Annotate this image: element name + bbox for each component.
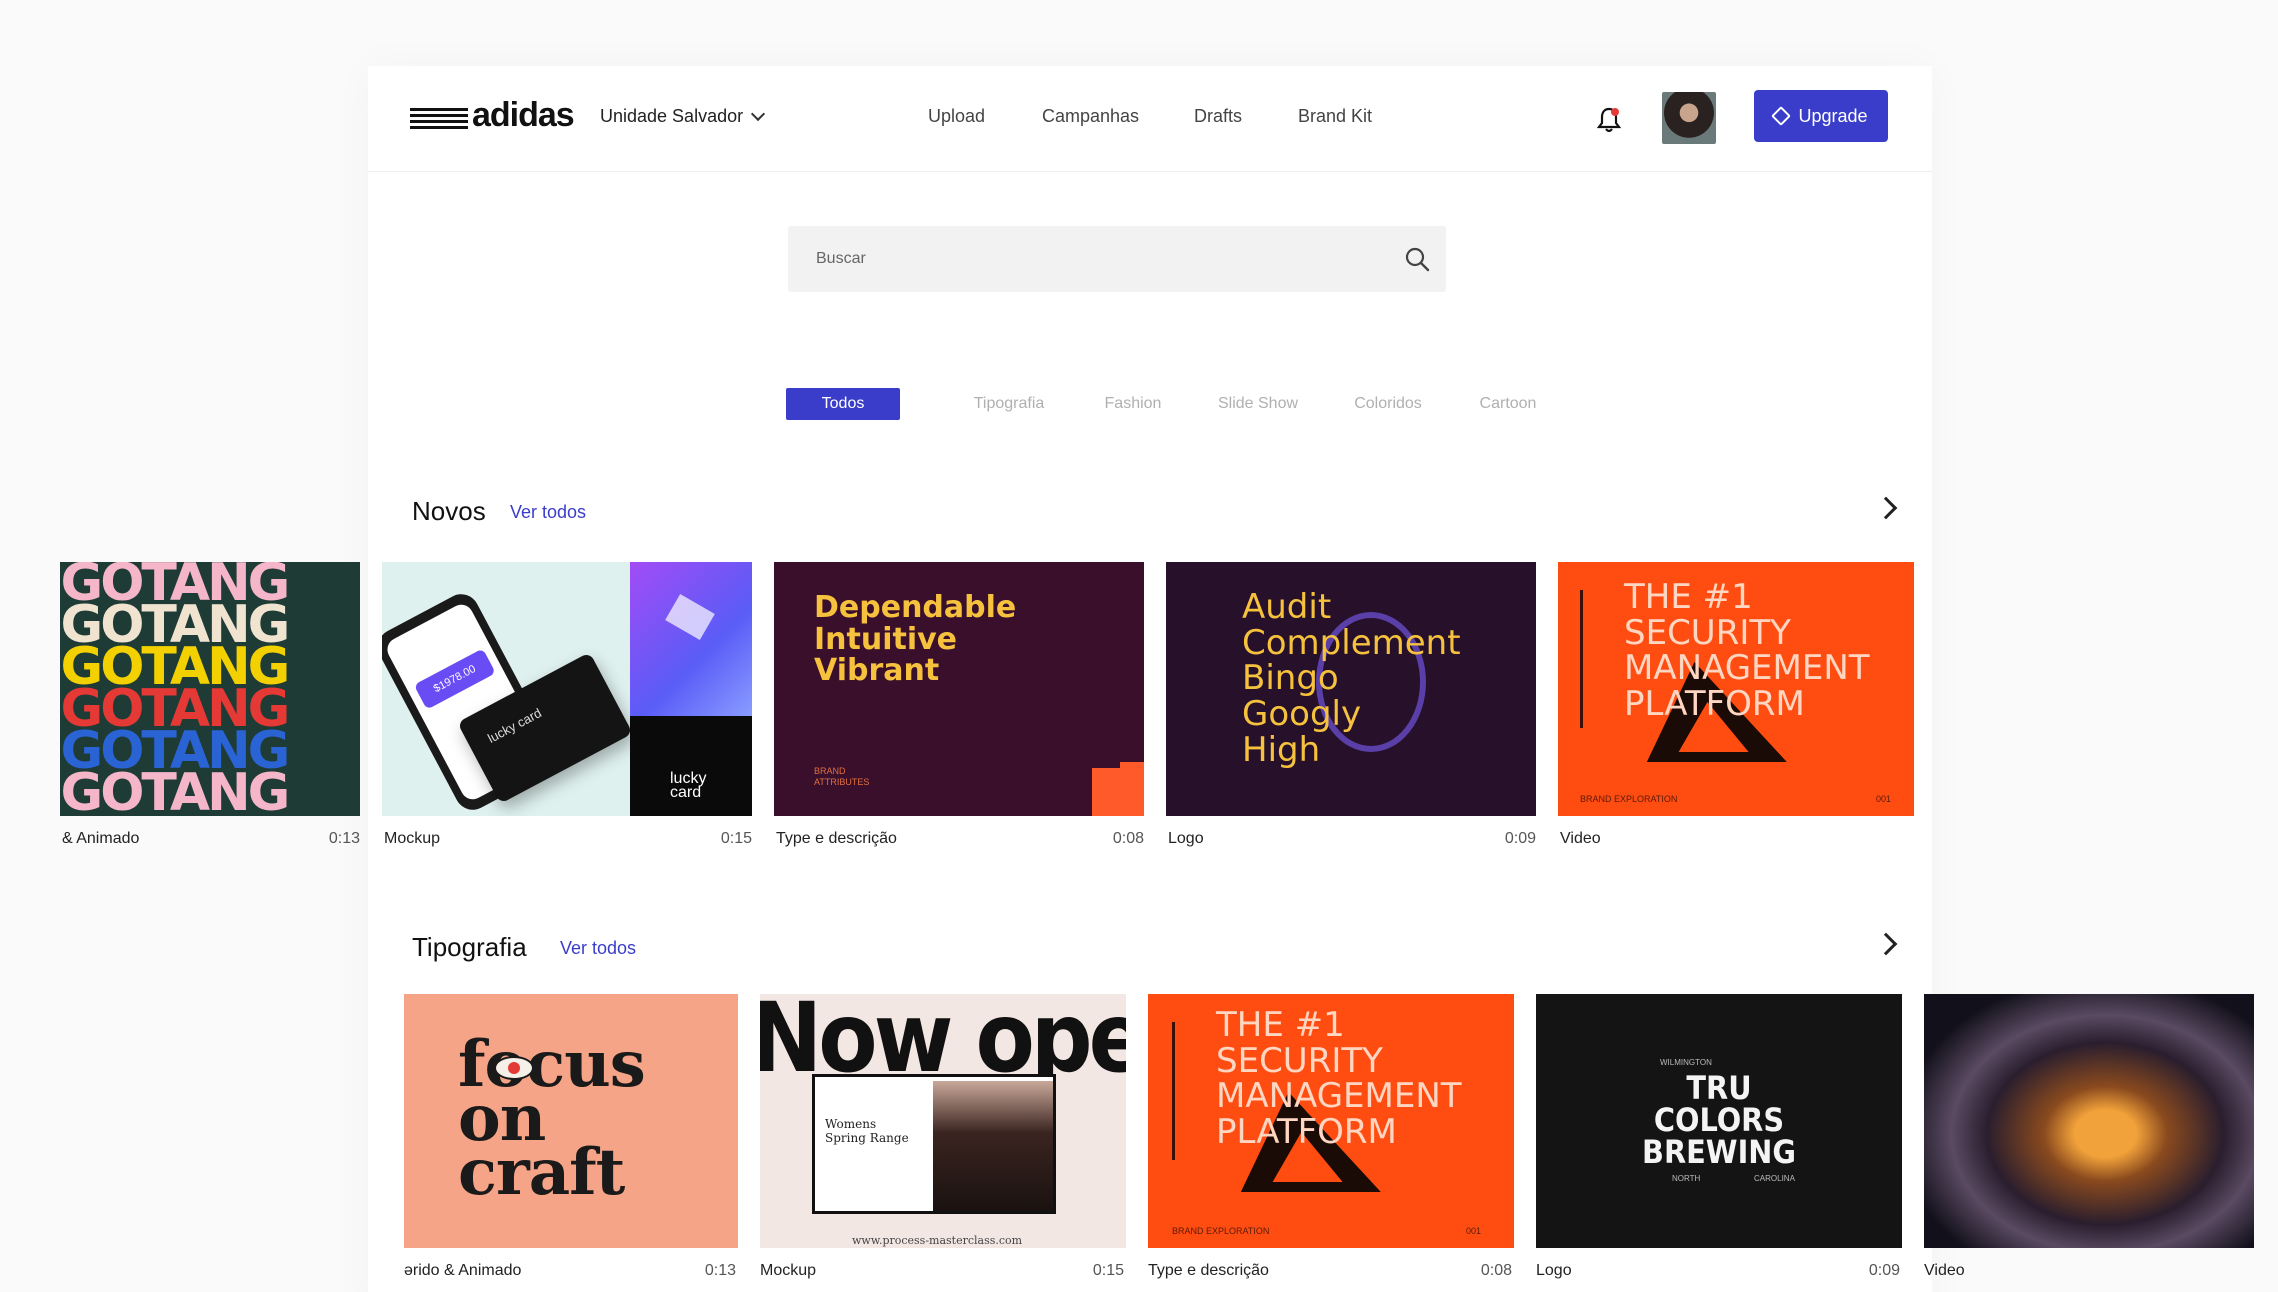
card-thumbnail-text: THE #1 SECURITY MANAGEMENT PLATFORM [1216,1005,1462,1153]
card-duration: 0:08 [1112,830,1144,847]
nav-drafts[interactable]: Drafts [1194,106,1242,127]
card-label: Logo [1168,830,1204,847]
card-label: Type e descrição [1148,1262,1269,1279]
media-card[interactable]: NGOTANG NGOTANG NGOTANG NGOTANG NGOTANG … [60,562,360,816]
filter-tipografia[interactable]: Tipografia [940,388,1078,420]
brand-logo[interactable]: adidas [472,96,575,135]
card-label: Type e descrição [776,830,897,847]
ver-todos-novos-link[interactable]: Ver todos [510,502,586,523]
browser-mockup: Womens Spring Range [812,1074,1056,1214]
card-thumbnail-text: THE #1 SECURITY MANAGEMENT PLATFORM [1624,577,1870,725]
search-input[interactable] [788,226,1388,292]
card-label: Mockup [760,1262,817,1279]
card-thumbnail-text: TRU COLORS BREWING [1642,1069,1796,1171]
search-bar [788,226,1446,292]
black-panel: lucky card [630,716,752,816]
eye-icon [494,1056,534,1080]
filter-todos[interactable]: Todos [786,388,900,420]
media-card-nebula[interactable] [1924,994,2254,1248]
card-label: ərido & Animado [404,1262,522,1279]
media-card[interactable]: focus on craft [404,994,738,1248]
top-header: adidas Unidade Salvador Upload Campanhas… [368,66,1932,172]
bell-icon[interactable] [1596,106,1622,134]
media-card[interactable]: $1978.00 lucky card lucky card [382,562,752,816]
card-label: Mockup [384,830,441,847]
search-icon[interactable] [1404,246,1430,272]
chevron-down-icon [751,106,766,121]
card-label: Video [1924,1262,1965,1279]
filter-fashion[interactable]: Fashion [1078,388,1188,420]
section-title-novos: Novos [412,496,486,526]
nav-brand-kit[interactable]: Brand Kit [1298,106,1372,127]
card-duration: 0:13 [328,830,360,847]
media-card[interactable]: Audit Complement Bingo Googly High [1166,562,1536,816]
chevron-right-icon[interactable] [1874,496,1898,520]
card-label: Logo [1536,1262,1572,1279]
chevron-right-icon[interactable] [1874,932,1898,956]
diamond-icon [1771,106,1792,126]
filter-slide-show[interactable]: Slide Show [1188,388,1328,420]
card-duration: 0:08 [1480,1262,1512,1279]
avatar[interactable] [1662,92,1716,144]
upgrade-button[interactable]: Upgrade [1754,90,1888,142]
card-label: & Animado [62,830,140,847]
media-card[interactable]: Dependable Intuitive Vibrant BRAND ATTRI… [774,562,1144,816]
gradient-panel [630,562,752,716]
filter-coloridos[interactable]: Coloridos [1328,388,1448,420]
card-thumbnail-text: NGOTANG NGOTANG NGOTANG NGOTANG NGOTANG … [60,562,290,816]
card-label: Video [1560,830,1601,847]
section-title-tipografia: Tipografia [412,932,527,962]
upgrade-label: Upgrade [1798,105,1868,126]
unit-selector[interactable]: Unidade Salvador [600,106,766,127]
media-card[interactable]: THE #1 SECURITY MANAGEMENT PLATFORM BRAN… [1148,994,1514,1248]
media-card[interactable]: Now open Womens Spring Range www.process… [760,994,1126,1248]
card-duration: 0:09 [1504,830,1536,847]
nav-upload[interactable]: Upload [928,106,985,127]
media-card[interactable]: WILMINGTON TRU COLORS BREWING NORTH CARO… [1536,994,1902,1248]
unit-label: Unidade Salvador [600,106,744,126]
card-duration: 0:09 [1868,1262,1900,1279]
media-card[interactable]: THE #1 SECURITY MANAGEMENT PLATFORM BRAN… [1558,562,1914,816]
brand-logo-bars-icon[interactable] [410,108,468,129]
nav-campanhas[interactable]: Campanhas [1042,106,1139,127]
ver-todos-tipografia-link[interactable]: Ver todos [560,938,636,959]
filter-tabs: Todos Tipografia Fashion Slide Show Colo… [368,388,1932,420]
card-duration: 0:15 [720,830,752,847]
filter-cartoon[interactable]: Cartoon [1448,388,1568,420]
card-thumbnail-text: Audit Complement Bingo Googly High [1242,587,1461,770]
card-thumbnail-text: Dependable Intuitive Vibrant [814,590,1017,688]
card-duration: 0:15 [1092,1262,1124,1279]
card-thumbnail-text: focus on craft [458,1027,646,1210]
card-duration: 0:13 [704,1262,736,1279]
